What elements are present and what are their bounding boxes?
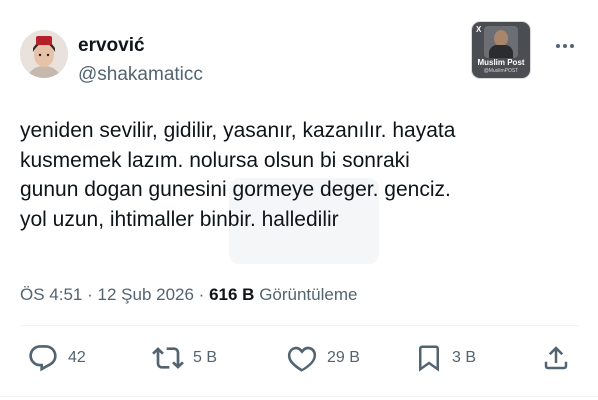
divider bbox=[20, 325, 578, 326]
tweet-date[interactable]: 12 Şub 2026 bbox=[98, 285, 194, 304]
reply-icon bbox=[29, 345, 57, 372]
reply-count: 42 bbox=[68, 349, 86, 366]
repost-icon bbox=[152, 347, 184, 369]
muslim-post-badge: X Muslim Post @MuslimPOST bbox=[472, 22, 530, 78]
tweet-meta: ÖS 4:51 · 12 Şub 2026 · 616 B Görüntülem… bbox=[20, 284, 357, 306]
like-button[interactable]: 29 B bbox=[285, 344, 360, 372]
repost-button[interactable]: 5 B bbox=[151, 344, 217, 372]
bookmark-icon bbox=[419, 345, 439, 372]
author-avatar[interactable] bbox=[20, 30, 68, 78]
badge-x-logo: X bbox=[476, 25, 482, 34]
views-count: 616 B bbox=[209, 285, 255, 304]
more-icon bbox=[556, 44, 574, 48]
share-icon bbox=[544, 346, 568, 370]
bookmark-button[interactable]: 3 B bbox=[414, 344, 476, 372]
badge-photo bbox=[484, 26, 518, 58]
author-handle[interactable]: @shakamaticc bbox=[78, 64, 203, 86]
bookmark-count: 3 B bbox=[452, 349, 477, 366]
badge-subtitle: @MuslimPOST bbox=[483, 68, 519, 74]
tweet-time[interactable]: ÖS 4:51 bbox=[20, 285, 82, 304]
avatar-image bbox=[20, 30, 68, 78]
share-button[interactable] bbox=[541, 344, 571, 372]
badge-title: Muslim Post bbox=[477, 58, 525, 67]
like-count: 29 B bbox=[327, 349, 360, 366]
tweet-text: yeniden sevilir, gidilir, yasanır, kazan… bbox=[20, 119, 456, 231]
more-options-button[interactable] bbox=[553, 34, 577, 58]
views-label: Görüntüleme bbox=[259, 285, 358, 304]
author-name[interactable]: ervović bbox=[78, 35, 145, 57]
reply-button[interactable]: 42 bbox=[26, 344, 86, 372]
meta-separator: · bbox=[198, 285, 205, 304]
repost-count: 5 B bbox=[193, 349, 218, 366]
meta-separator: · bbox=[87, 285, 93, 304]
bottom-divider bbox=[0, 396, 598, 397]
heart-icon bbox=[287, 346, 317, 372]
